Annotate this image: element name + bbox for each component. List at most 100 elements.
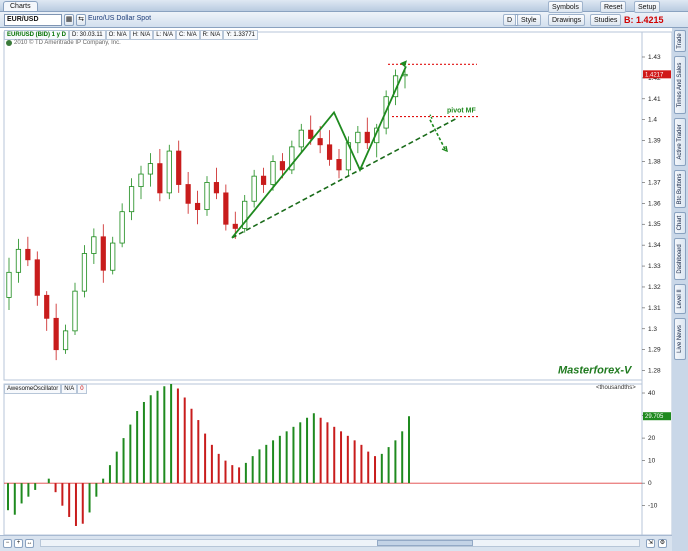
d-button[interactable]: D: [503, 14, 517, 26]
candle-body: [44, 294, 50, 319]
candle-body: [128, 186, 135, 213]
charts-window: Charts EUR/USD ▦ ⇆ Euro/US Dollar Spot S…: [0, 0, 688, 551]
price-tick-label: 1.41: [648, 96, 661, 103]
candle-body: [147, 163, 154, 175]
candle-body: [194, 202, 201, 211]
candle-body: [326, 144, 333, 160]
sidebar-tab-label: Level II: [677, 289, 683, 309]
bid-quote: B: 1.4215: [624, 15, 664, 25]
bottom-bar: − + ↔ ⇲ ⚙: [0, 535, 672, 551]
osc-tick-label: 10: [648, 458, 656, 465]
link-icon[interactable]: ⇆: [76, 14, 86, 26]
header-low: L: N/A: [153, 30, 176, 40]
oscillator-name[interactable]: AwesomeOscillator: [4, 384, 62, 394]
sidebar-tab-chart[interactable]: Chart: [674, 212, 686, 234]
candle-body: [72, 290, 78, 332]
candle-body: [53, 317, 59, 351]
sidebar-tab-label: Dashboard: [677, 244, 683, 274]
price-tick-label: 1.4: [648, 117, 657, 124]
candle-body: [91, 236, 97, 254]
tab-charts[interactable]: Charts: [3, 1, 38, 11]
chart-area[interactable]: 1.431.421.411.41.391.381.371.361.351.341…: [0, 28, 672, 551]
osc-tick-label: 0: [648, 480, 652, 487]
price-tick-label: 1.32: [648, 284, 661, 291]
osc-tick-label: 40: [648, 390, 656, 397]
sidebar-tab-btc-buttons[interactable]: Btc Buttons: [674, 170, 686, 208]
sidebar-tab-trade[interactable]: Trade: [674, 30, 686, 52]
sidebar-tab-live-news[interactable]: Live News: [674, 318, 686, 360]
symbols-button-top[interactable]: Symbols: [548, 1, 583, 13]
header-symbol[interactable]: EUR/USD (BID) 1 y D: [4, 30, 70, 40]
osc-value-tag: 29.705: [645, 414, 664, 420]
candle-body: [298, 129, 304, 148]
candle-body: [62, 330, 69, 351]
candle-body: [6, 271, 12, 298]
price-tick-label: 1.34: [648, 242, 661, 249]
candle-body: [110, 242, 116, 271]
candle-body: [166, 150, 172, 194]
reset-button-top[interactable]: Reset: [600, 1, 627, 13]
candle-body: [15, 248, 22, 273]
pan-icon[interactable]: ↔: [25, 539, 34, 548]
sidebar-tab-active-trader[interactable]: Active Trader: [674, 118, 686, 166]
header-close: C: N/A: [175, 30, 200, 40]
price-tick-label: 1.36: [648, 200, 661, 207]
oscillator-units: <thousandths>: [596, 385, 636, 391]
osc-tick-label: -10: [648, 503, 658, 510]
symbol-description: Euro/US Dollar Spot: [88, 15, 152, 22]
scroll-thumb[interactable]: [377, 540, 473, 546]
right-sidebar: Trade Times And Sales Active Trader Btc But…: [672, 28, 688, 548]
oscillator-panel: [3, 383, 643, 536]
price-tick-label: 1.3: [648, 326, 657, 333]
candle-body: [336, 159, 342, 171]
setup-button[interactable]: Setup: [634, 1, 661, 13]
zoom-in-icon[interactable]: +: [14, 539, 23, 548]
sidebar-tab-label: Active Trader: [677, 124, 683, 160]
candle-body: [364, 131, 370, 144]
candle-body: [279, 161, 286, 171]
header-date: D: 30.03.11: [69, 30, 106, 40]
header-y: Y: 1.33771: [223, 30, 259, 40]
candle-body: [176, 150, 182, 185]
price-panel: [3, 31, 643, 381]
sidebar-tab-dashboard[interactable]: Dashboard: [674, 238, 686, 280]
symbol-input[interactable]: EUR/USD: [4, 14, 62, 26]
price-tick-label: 1.28: [648, 368, 661, 375]
candle-body: [317, 138, 323, 146]
zoom-out-icon[interactable]: −: [3, 539, 12, 548]
price-tick-label: 1.43: [648, 54, 661, 61]
expand-icon[interactable]: ⇲: [646, 539, 655, 548]
candle-body: [100, 236, 106, 271]
sidebar-tab-label: Live News: [677, 325, 683, 353]
sidebar-tab-label: Chart: [677, 215, 683, 231]
studies-button[interactable]: Studies: [590, 14, 622, 26]
sidebar-tab-level-ii[interactable]: Level II: [674, 284, 686, 314]
osc-tick-label: 20: [648, 435, 656, 442]
sidebar-tab-label: Trade: [677, 33, 683, 49]
candle-body: [157, 163, 163, 194]
price-tick-label: 1.37: [648, 179, 661, 186]
last-price-tag: 1.4217: [645, 72, 664, 78]
sidebar-tab-times-and-sales[interactable]: Times And Sales: [674, 56, 686, 114]
watermark-label: Masterforex-V: [558, 365, 633, 377]
copyright: 2010 © TD Ameritrade IP Company, Inc.: [6, 40, 121, 46]
settings-icon[interactable]: ⚙: [658, 539, 667, 548]
drawings-button[interactable]: Drawings: [548, 14, 586, 26]
candle-body: [25, 248, 31, 261]
oscillator-zero: 0: [77, 384, 87, 394]
candle-body: [232, 223, 238, 229]
td-logo-icon: [6, 40, 12, 46]
candle-body: [204, 182, 210, 211]
sidebar-tab-label: Btc Buttons: [677, 173, 683, 205]
sidebar-tab-label: Times And Sales: [677, 62, 683, 108]
pivot-label: pivot MF: [447, 107, 476, 114]
chart-header: EUR/USD (BID) 1 y D D: 30.03.11 O: N/A H…: [4, 30, 259, 40]
price-tick-label: 1.35: [648, 221, 661, 228]
horizontal-scrollbar[interactable]: [40, 539, 640, 547]
candle-body: [138, 173, 144, 188]
header-high: H: N/A: [129, 30, 154, 40]
grid-icon[interactable]: ▦: [64, 14, 74, 26]
candle-body: [308, 129, 314, 139]
style-button[interactable]: Style: [517, 14, 541, 26]
price-tick-label: 1.33: [648, 263, 661, 270]
